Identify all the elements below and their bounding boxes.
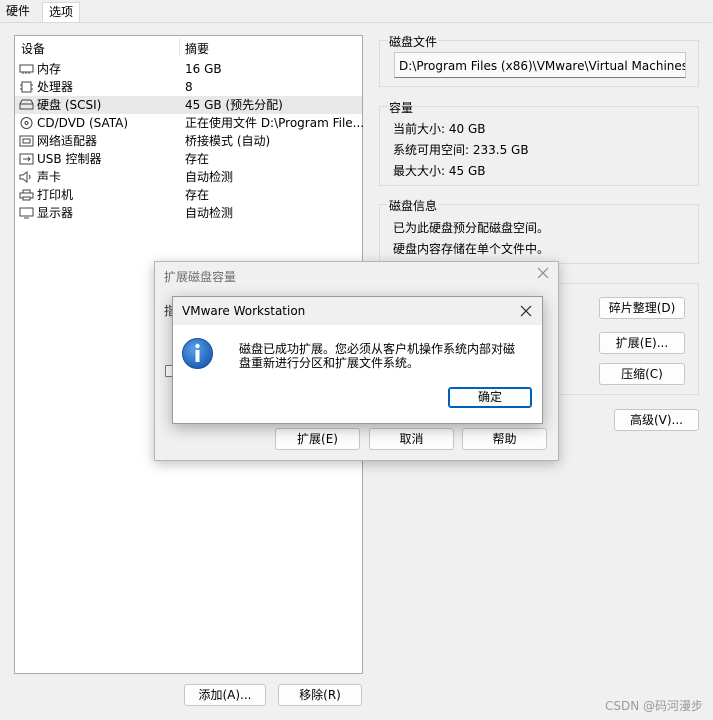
watermark: CSDN @码河漫步 xyxy=(604,699,703,713)
tab-options[interactable]: 选项 xyxy=(42,2,81,22)
network-adapter-icon xyxy=(19,135,34,147)
device-list-header: 设备 摘要 xyxy=(15,36,362,57)
device-summary: 存在 xyxy=(185,188,210,202)
device-row-processor[interactable]: 处理器 8 xyxy=(15,78,362,96)
device-summary: 桥接模式 (自动) xyxy=(185,134,271,148)
column-header-summary[interactable]: 摘要 xyxy=(185,40,209,57)
device-name: 网络适配器 xyxy=(37,134,98,148)
info-icon xyxy=(181,337,214,370)
disk-info-line-1: 已为此硬盘预分配磁盘空间。 xyxy=(393,221,550,235)
expand-dialog-title: 扩展磁盘容量 xyxy=(164,270,237,284)
device-name: 显示器 xyxy=(37,206,74,220)
device-row-memory[interactable]: 内存 16 GB xyxy=(15,60,362,78)
disk-file-path-field[interactable]: D:\Program Files (x86)\VMware\Virtual Ma… xyxy=(394,52,686,78)
disk-info-line-2: 硬盘内容存储在单个文件中。 xyxy=(393,242,550,256)
message-line-2: 盘重新进行分区和扩展文件系统。 xyxy=(239,356,420,370)
sound-card-icon xyxy=(19,171,34,183)
device-name: 打印机 xyxy=(37,188,74,202)
device-name: 声卡 xyxy=(37,170,62,184)
expand-help-button[interactable]: 帮助 xyxy=(462,428,547,450)
device-row-sound-card[interactable]: 声卡 自动检测 xyxy=(15,168,362,186)
device-name: 内存 xyxy=(37,62,62,76)
max-size-text: 最大大小: 45 GB xyxy=(393,164,486,178)
device-row-cd-dvd[interactable]: CD/DVD (SATA) 正在使用文件 D:\Program File... xyxy=(15,114,363,132)
remove-device-button[interactable]: 移除(R) xyxy=(278,684,362,706)
memory-icon xyxy=(19,63,34,75)
device-name: 处理器 xyxy=(37,80,74,94)
hard-disk-icon xyxy=(19,99,34,111)
device-summary: 8 xyxy=(185,80,193,94)
capacity-label: 容量 xyxy=(388,99,415,116)
device-summary: 自动检测 xyxy=(185,170,234,184)
ok-button[interactable]: 确定 xyxy=(448,387,532,408)
column-header-device[interactable]: 设备 xyxy=(21,40,45,57)
device-summary: 自动检测 xyxy=(185,206,234,220)
column-divider xyxy=(179,38,180,56)
device-summary: 正在使用文件 D:\Program File... xyxy=(185,116,363,130)
device-name: CD/DVD (SATA) xyxy=(37,116,129,130)
available-space-text: 系统可用空间: 233.5 GB xyxy=(393,143,529,157)
device-row-network-adapter[interactable]: 网络适配器 桥接模式 (自动) xyxy=(15,132,362,150)
tab-hardware[interactable]: 硬件 xyxy=(0,2,36,21)
disk-file-label: 磁盘文件 xyxy=(388,33,439,50)
processor-icon xyxy=(19,81,34,93)
device-row-printer[interactable]: 打印机 存在 xyxy=(15,186,362,204)
message-box-title: VMware Workstation xyxy=(182,304,306,318)
defragment-button[interactable]: 碎片整理(D) xyxy=(599,297,685,319)
display-icon xyxy=(19,207,34,219)
advanced-button[interactable]: 高级(V)... xyxy=(614,409,699,431)
add-device-button[interactable]: 添加(A)... xyxy=(184,684,266,706)
printer-icon xyxy=(19,189,34,201)
device-row-display[interactable]: 显示器 自动检测 xyxy=(15,204,362,222)
usb-icon xyxy=(19,153,34,165)
tab-bar xyxy=(0,0,713,23)
current-size-text: 当前大小: 40 GB xyxy=(393,122,486,136)
device-row-hard-disk[interactable]: 硬盘 (SCSI) 45 GB (预先分配) xyxy=(15,96,362,114)
device-summary: 存在 xyxy=(185,152,210,166)
message-box: VMware Workstation 磁盘已成功扩展。您必须从客户机操作系统内部… xyxy=(172,296,543,424)
cd-dvd-icon xyxy=(19,117,34,129)
expand-cancel-button[interactable]: 取消 xyxy=(369,428,454,450)
expand-confirm-button[interactable]: 扩展(E) xyxy=(275,428,360,450)
device-summary: 45 GB (预先分配) xyxy=(185,98,283,112)
expand-button[interactable]: 扩展(E)... xyxy=(599,332,685,354)
compact-button[interactable]: 压缩(C) xyxy=(599,363,685,385)
device-name: 硬盘 (SCSI) xyxy=(37,98,102,112)
close-icon[interactable] xyxy=(536,266,550,280)
close-icon[interactable] xyxy=(519,304,533,318)
disk-info-label: 磁盘信息 xyxy=(388,197,439,214)
message-box-body: 磁盘已成功扩展。您必须从客户机操作系统内部对磁 盘重新进行分区和扩展文件系统。 … xyxy=(173,325,542,423)
device-row-usb[interactable]: USB 控制器 存在 xyxy=(15,150,362,168)
device-name: USB 控制器 xyxy=(37,152,102,166)
device-summary: 16 GB xyxy=(185,62,222,76)
